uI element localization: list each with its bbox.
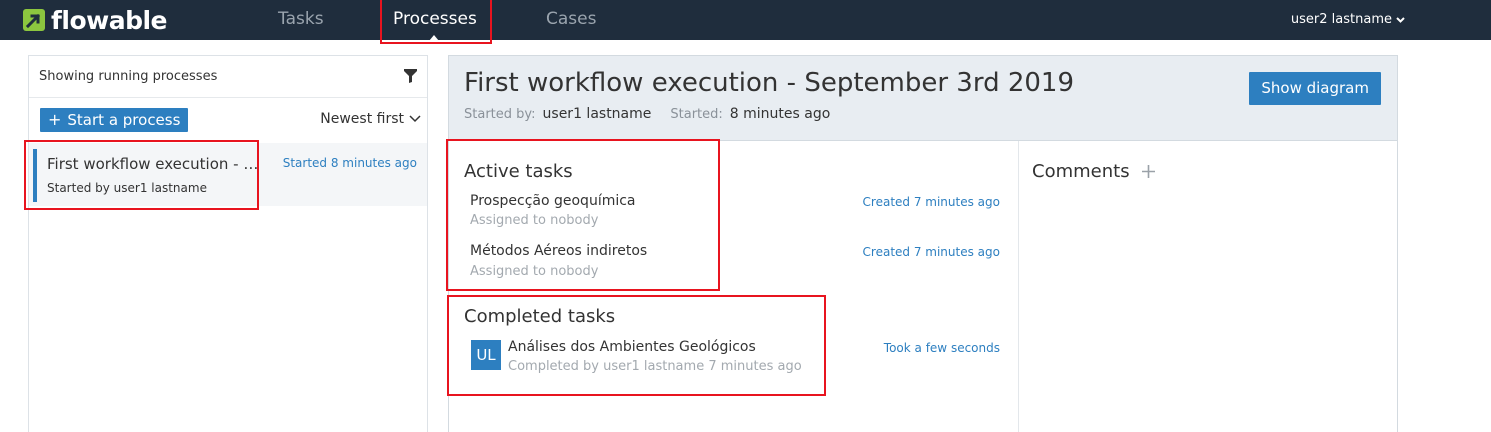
nav-tab-cases[interactable]: Cases	[546, 9, 596, 29]
process-list-toolbar: + Start a process Newest first	[29, 98, 427, 143]
show-diagram-button[interactable]: Show diagram	[1249, 72, 1381, 105]
completed-task-duration: Took a few seconds	[883, 341, 1000, 355]
started-value: 8 minutes ago	[729, 106, 831, 122]
completed-task-detail: Completed by user1 lastname 7 minutes ag…	[508, 359, 802, 374]
plus-icon[interactable]	[1141, 165, 1155, 178]
avatar: UL	[471, 340, 501, 370]
selected-indicator	[33, 149, 37, 202]
caret-up-icon	[429, 35, 439, 41]
process-meta: Started by: user1 lastname Started: 8 mi…	[464, 106, 849, 122]
brand-logo[interactable]: flowable	[22, 5, 168, 35]
process-item-started: Started 8 minutes ago	[282, 156, 417, 170]
user-name: user2 lastname	[1290, 12, 1392, 27]
process-item-started-by: Started by user1 lastname	[47, 181, 207, 195]
started-by-label: Started by:	[464, 107, 536, 122]
active-task-created: Created 7 minutes ago	[862, 245, 1000, 259]
process-header: First workflow execution - September 3rd…	[448, 55, 1398, 141]
brand-name: flowable	[51, 5, 168, 35]
chevron-down-icon	[1396, 16, 1405, 23]
sort-label: Newest first	[320, 111, 404, 127]
comments-title: Comments	[1032, 161, 1130, 182]
start-process-button[interactable]: + Start a process	[40, 108, 189, 132]
process-list-item[interactable]: First workflow execution - September 3rd…	[29, 143, 427, 206]
top-navbar: flowable Tasks Processes Cases user2 las…	[0, 0, 1491, 41]
column-divider	[1018, 141, 1019, 432]
process-list-title: Showing running processes	[39, 69, 218, 84]
sort-dropdown[interactable]: Newest first	[320, 111, 421, 127]
nav-tab-processes[interactable]: Processes	[393, 9, 477, 29]
filter-icon[interactable]	[404, 69, 417, 83]
started-by-value: user1 lastname	[542, 106, 652, 122]
active-task-name[interactable]: Métodos Aéreos indiretos	[470, 243, 647, 259]
completed-task-name[interactable]: Análises dos Ambientes Geológicos	[508, 339, 756, 355]
process-title: First workflow execution - September 3rd…	[464, 68, 1075, 98]
active-task-assignee: Assigned to nobody	[470, 264, 599, 279]
completed-tasks-title: Completed tasks	[464, 306, 616, 327]
user-menu[interactable]: user2 lastname	[1291, 12, 1405, 27]
process-details: Active tasks Prospecção geoquímica Assig…	[448, 141, 1398, 432]
started-label: Started:	[670, 107, 723, 122]
active-task-created: Created 7 minutes ago	[862, 195, 1000, 209]
start-process-label: Start a process	[67, 111, 181, 129]
active-task-name[interactable]: Prospecção geoquímica	[470, 193, 636, 209]
active-task-assignee: Assigned to nobody	[470, 213, 599, 228]
chevron-down-icon	[409, 115, 421, 123]
process-list-header: Showing running processes	[29, 56, 427, 98]
active-tasks-title: Active tasks	[464, 161, 573, 182]
nav-tab-tasks[interactable]: Tasks	[278, 9, 324, 29]
plus-icon: +	[48, 110, 62, 129]
comments-header: Comments	[1032, 161, 1155, 182]
process-item-name: First workflow execution - September 3rd…	[47, 155, 261, 173]
flowable-logo-icon	[23, 9, 45, 31]
process-list-panel: Showing running processes + Start a proc…	[28, 55, 428, 432]
